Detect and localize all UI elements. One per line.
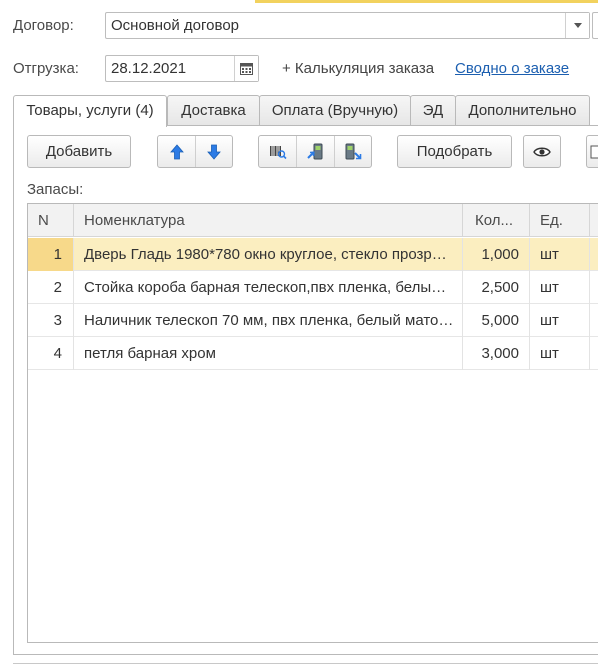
row-nomenclature: Стойка короба барная телескоп,пвх пленка… (74, 271, 463, 304)
table-row[interactable]: 1 Дверь Гладь 1980*780 окно круглое, сте… (28, 238, 598, 271)
upload-to-terminal-button[interactable] (296, 136, 333, 167)
move-buttons-group (157, 135, 233, 168)
download-from-terminal-button[interactable] (333, 136, 371, 167)
barcode-icon (269, 145, 287, 159)
contract-open-button[interactable] (592, 12, 598, 39)
shipment-label: Отгрузка: (13, 60, 79, 77)
row-nomenclature: Дверь Гладь 1980*780 окно круглое, стекл… (74, 238, 463, 271)
pick-button[interactable]: Подобрать (397, 135, 512, 168)
document-icon (590, 145, 598, 158)
calendar-icon (240, 63, 253, 75)
column-header-n[interactable]: N (28, 204, 74, 237)
stocks-label: Запасы: (27, 181, 84, 198)
move-up-button[interactable] (158, 136, 195, 167)
column-header-unit[interactable]: Ед. (530, 204, 590, 237)
barcode-search-button[interactable] (259, 136, 296, 167)
shipment-date-value: 28.12.2021 (111, 60, 187, 77)
row-number: 2 (28, 271, 74, 304)
row-quantity: 2,500 (463, 271, 530, 304)
tab-payment[interactable]: Оплата (Вручную) (259, 95, 411, 126)
tab-goods-services[interactable]: Товары, услуги (4) (13, 95, 167, 127)
stocks-table: N Номенклатура Кол... Ед. 1 Дверь Гладь … (27, 203, 598, 643)
barcode-buttons-group (258, 135, 372, 168)
tab-ed[interactable]: ЭД (410, 95, 456, 126)
more-button[interactable] (586, 135, 598, 168)
arrow-down-icon (207, 144, 221, 160)
order-summary-link[interactable]: Сводно о заказе (455, 60, 569, 77)
eye-icon (533, 147, 551, 156)
bottom-divider (13, 663, 598, 664)
contract-dropdown-button[interactable] (565, 13, 589, 38)
table-row[interactable]: 4 петля барная хром 3,000 шт (28, 337, 598, 370)
table-row[interactable]: 2 Стойка короба барная телескоп,пвх плен… (28, 271, 598, 304)
chevron-down-icon (573, 23, 582, 28)
row-quantity: 5,000 (463, 304, 530, 337)
add-button[interactable]: Добавить (27, 135, 131, 168)
column-header-nomenclature[interactable]: Номенклатура (74, 204, 463, 237)
tab-bar: Товары, услуги (4) Доставка Оплата (Вруч… (13, 95, 598, 127)
row-unit: шт (530, 238, 590, 271)
row-number: 3 (28, 304, 74, 337)
table-header: N Номенклатура Кол... Ед. (28, 204, 598, 237)
contract-label: Договор: (13, 17, 74, 34)
row-nomenclature: петля барная хром (74, 337, 463, 370)
view-button[interactable] (523, 135, 561, 168)
row-quantity: 1,000 (463, 238, 530, 271)
row-number: 1 (28, 238, 74, 271)
tab-delivery[interactable]: Доставка (167, 95, 260, 126)
row-nomenclature: Наличник телескоп 70 мм, пвх пленка, бел… (74, 304, 463, 337)
calculation-link[interactable]: + Калькуляция заказа (282, 60, 434, 77)
row-unit: шт (530, 271, 590, 304)
move-down-button[interactable] (195, 136, 232, 167)
row-unit: шт (530, 337, 590, 370)
contract-field[interactable]: Основной договор (105, 12, 590, 39)
row-number: 4 (28, 337, 74, 370)
top-accent-line (255, 0, 598, 3)
tab-additional[interactable]: Дополнительно (455, 95, 590, 126)
row-quantity: 3,000 (463, 337, 530, 370)
terminal-upload-icon (306, 143, 322, 159)
terminal-download-icon (345, 143, 362, 159)
row-unit: шт (530, 304, 590, 337)
table-row[interactable]: 3 Наличник телескоп 70 мм, пвх пленка, б… (28, 304, 598, 337)
arrow-up-icon (169, 143, 184, 159)
column-header-quantity[interactable]: Кол... (463, 204, 530, 237)
shipment-date-field[interactable]: 28.12.2021 (105, 55, 259, 82)
calendar-button[interactable] (234, 56, 258, 81)
contract-value: Основной договор (111, 17, 239, 34)
